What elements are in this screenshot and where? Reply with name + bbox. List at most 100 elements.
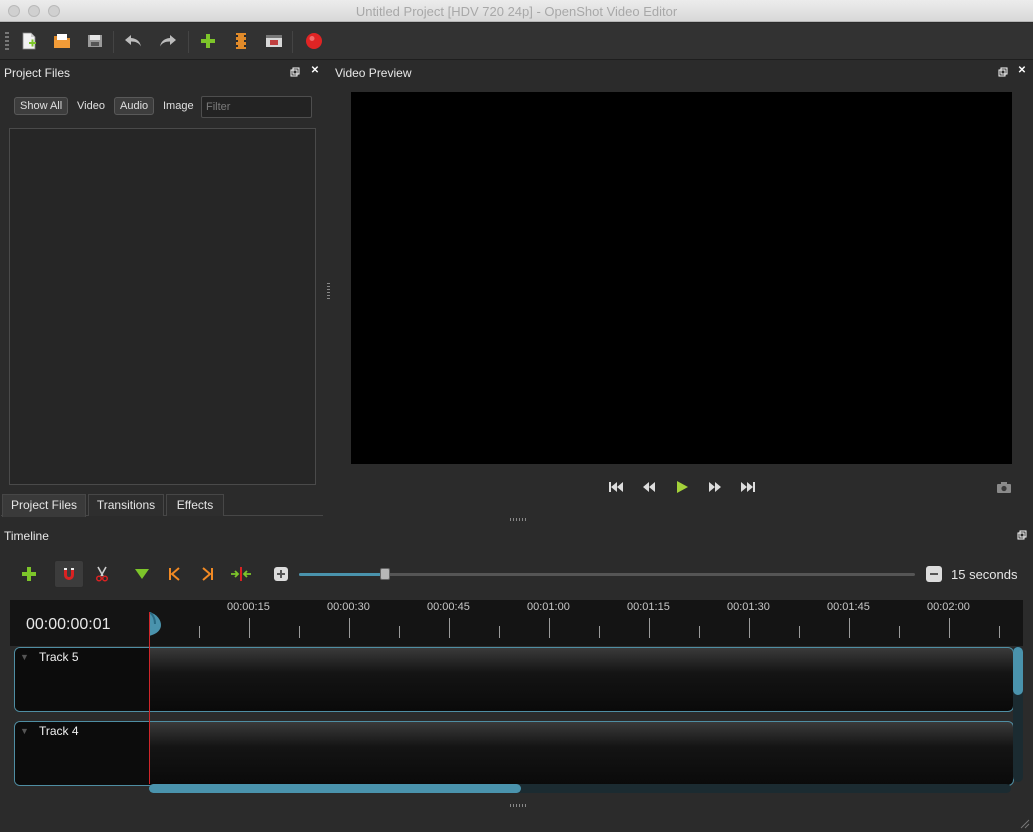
export-video-button[interactable] <box>303 30 325 52</box>
float-dock-icon[interactable] <box>290 67 300 77</box>
add-track-button[interactable] <box>16 562 42 586</box>
image-filter-button[interactable]: Image <box>163 100 194 112</box>
ruler-minor-tick <box>999 626 1000 638</box>
toolbar-grip[interactable] <box>5 32 9 52</box>
tab-effects[interactable]: Effects <box>166 494 224 516</box>
playhead-icon <box>148 611 161 636</box>
play-button[interactable] <box>672 480 692 498</box>
fullscreen-button[interactable] <box>263 30 285 52</box>
track-header[interactable]: ▼ Track 4 <box>15 722 150 785</box>
rewind-button[interactable] <box>639 480 659 498</box>
previous-marker-icon <box>169 567 180 581</box>
choose-profile-icon <box>236 33 246 49</box>
toolbar-separator <box>188 31 189 53</box>
ruler-minor-tick <box>199 626 200 638</box>
save-project-button[interactable] <box>84 30 106 52</box>
ruler-major-tick <box>749 618 750 638</box>
close-dock-icon[interactable]: ✕ <box>1017 66 1027 76</box>
jump-to-start-icon <box>609 482 623 492</box>
project-files-title: Project Files <box>4 66 71 80</box>
export-video-icon <box>306 33 322 49</box>
video-filter-button[interactable]: Video <box>77 100 105 112</box>
previous-marker-button[interactable] <box>161 562 187 586</box>
next-marker-icon <box>202 567 213 581</box>
horizontal-scrollbar-thumb[interactable] <box>149 784 521 793</box>
zoom-out-button[interactable] <box>268 562 294 586</box>
choose-profile-button[interactable] <box>230 30 252 52</box>
toolbar-separator <box>113 31 114 53</box>
horizontal-splitter-handle[interactable] <box>510 518 528 521</box>
zoom-label: 15 seconds <box>951 567 1018 582</box>
snapping-toggle[interactable] <box>54 560 84 588</box>
new-project-icon <box>22 32 36 50</box>
add-marker-button[interactable] <box>129 562 155 586</box>
fullscreen-icon <box>266 35 282 47</box>
window-title: Untitled Project [HDV 720 24p] - OpenSho… <box>355 4 678 19</box>
ruler-label: 00:02:00 <box>927 601 970 613</box>
razor-tool-button[interactable] <box>89 562 115 586</box>
ruler-minor-tick <box>799 626 800 638</box>
zoom-in-button[interactable] <box>926 566 942 582</box>
new-project-button[interactable] <box>18 30 40 52</box>
video-preview-canvas <box>351 92 1012 464</box>
zoom-in-icon <box>930 573 938 575</box>
marker-icon <box>135 569 149 579</box>
open-project-icon <box>54 34 70 48</box>
next-marker-button[interactable] <box>195 562 221 586</box>
bottom-splitter-handle[interactable] <box>510 804 528 807</box>
fast-forward-button[interactable] <box>705 480 725 498</box>
open-project-button[interactable] <box>51 30 73 52</box>
vertical-scrollbar-thumb[interactable] <box>1013 647 1023 695</box>
collapse-track-icon[interactable]: ▼ <box>20 726 29 736</box>
filter-input[interactable] <box>201 96 312 118</box>
float-dock-icon[interactable] <box>998 67 1008 77</box>
zoom-slider-fill <box>299 573 385 576</box>
add-track-icon <box>22 567 36 581</box>
timeline-ruler[interactable] <box>10 600 1023 646</box>
rewind-icon <box>643 482 655 492</box>
ruler-major-tick <box>449 618 450 638</box>
ruler-label: 00:00:15 <box>227 601 270 613</box>
ruler-major-tick <box>349 618 350 638</box>
track-header[interactable]: ▼ Track 5 <box>15 648 150 711</box>
track-row[interactable]: ▼ Track 5 <box>14 647 1014 712</box>
ruler-label: 00:01:00 <box>527 601 570 613</box>
ruler-major-tick <box>849 618 850 638</box>
video-preview-title: Video Preview <box>335 66 412 80</box>
jump-to-start-button[interactable] <box>606 480 626 498</box>
timeline-title: Timeline <box>4 529 49 543</box>
track-name: Track 5 <box>39 650 79 664</box>
zoom-slider-track[interactable] <box>299 573 915 576</box>
tab-transitions[interactable]: Transitions <box>88 494 164 516</box>
center-timeline-button[interactable] <box>228 562 254 586</box>
tab-project-files[interactable]: Project Files <box>2 494 86 517</box>
redo-button[interactable] <box>157 30 179 52</box>
ruler-label: 00:00:45 <box>427 601 470 613</box>
track-row[interactable]: ▼ Track 4 <box>14 721 1014 786</box>
ruler-label: 00:00:30 <box>327 601 370 613</box>
undo-button[interactable] <box>122 30 144 52</box>
vertical-splitter-handle[interactable] <box>327 283 330 301</box>
jump-to-end-button[interactable] <box>738 480 758 498</box>
resize-grip-icon <box>1020 819 1030 829</box>
collapse-track-icon[interactable]: ▼ <box>20 652 29 662</box>
ruler-minor-tick <box>499 626 500 638</box>
center-playhead-icon <box>231 567 251 581</box>
redo-icon <box>160 35 176 47</box>
close-dock-icon[interactable]: ✕ <box>310 66 320 76</box>
audio-filter-button[interactable]: Audio <box>114 97 155 115</box>
project-files-list[interactable] <box>9 128 316 485</box>
save-project-icon <box>88 35 102 47</box>
ruler-label: 00:01:45 <box>827 601 870 613</box>
playhead-marker[interactable] <box>148 611 161 638</box>
float-dock-icon[interactable] <box>1017 530 1027 540</box>
show-all-filter-button[interactable]: Show All <box>14 97 69 115</box>
ruler-minor-tick <box>399 626 400 638</box>
toolbar-separator <box>292 31 293 53</box>
zoom-slider-handle[interactable] <box>380 568 390 580</box>
ruler-minor-tick <box>599 626 600 638</box>
import-files-button[interactable] <box>197 30 219 52</box>
snapshot-button[interactable] <box>994 480 1014 498</box>
scissors-icon <box>95 566 109 582</box>
resize-grip[interactable] <box>1018 817 1030 829</box>
